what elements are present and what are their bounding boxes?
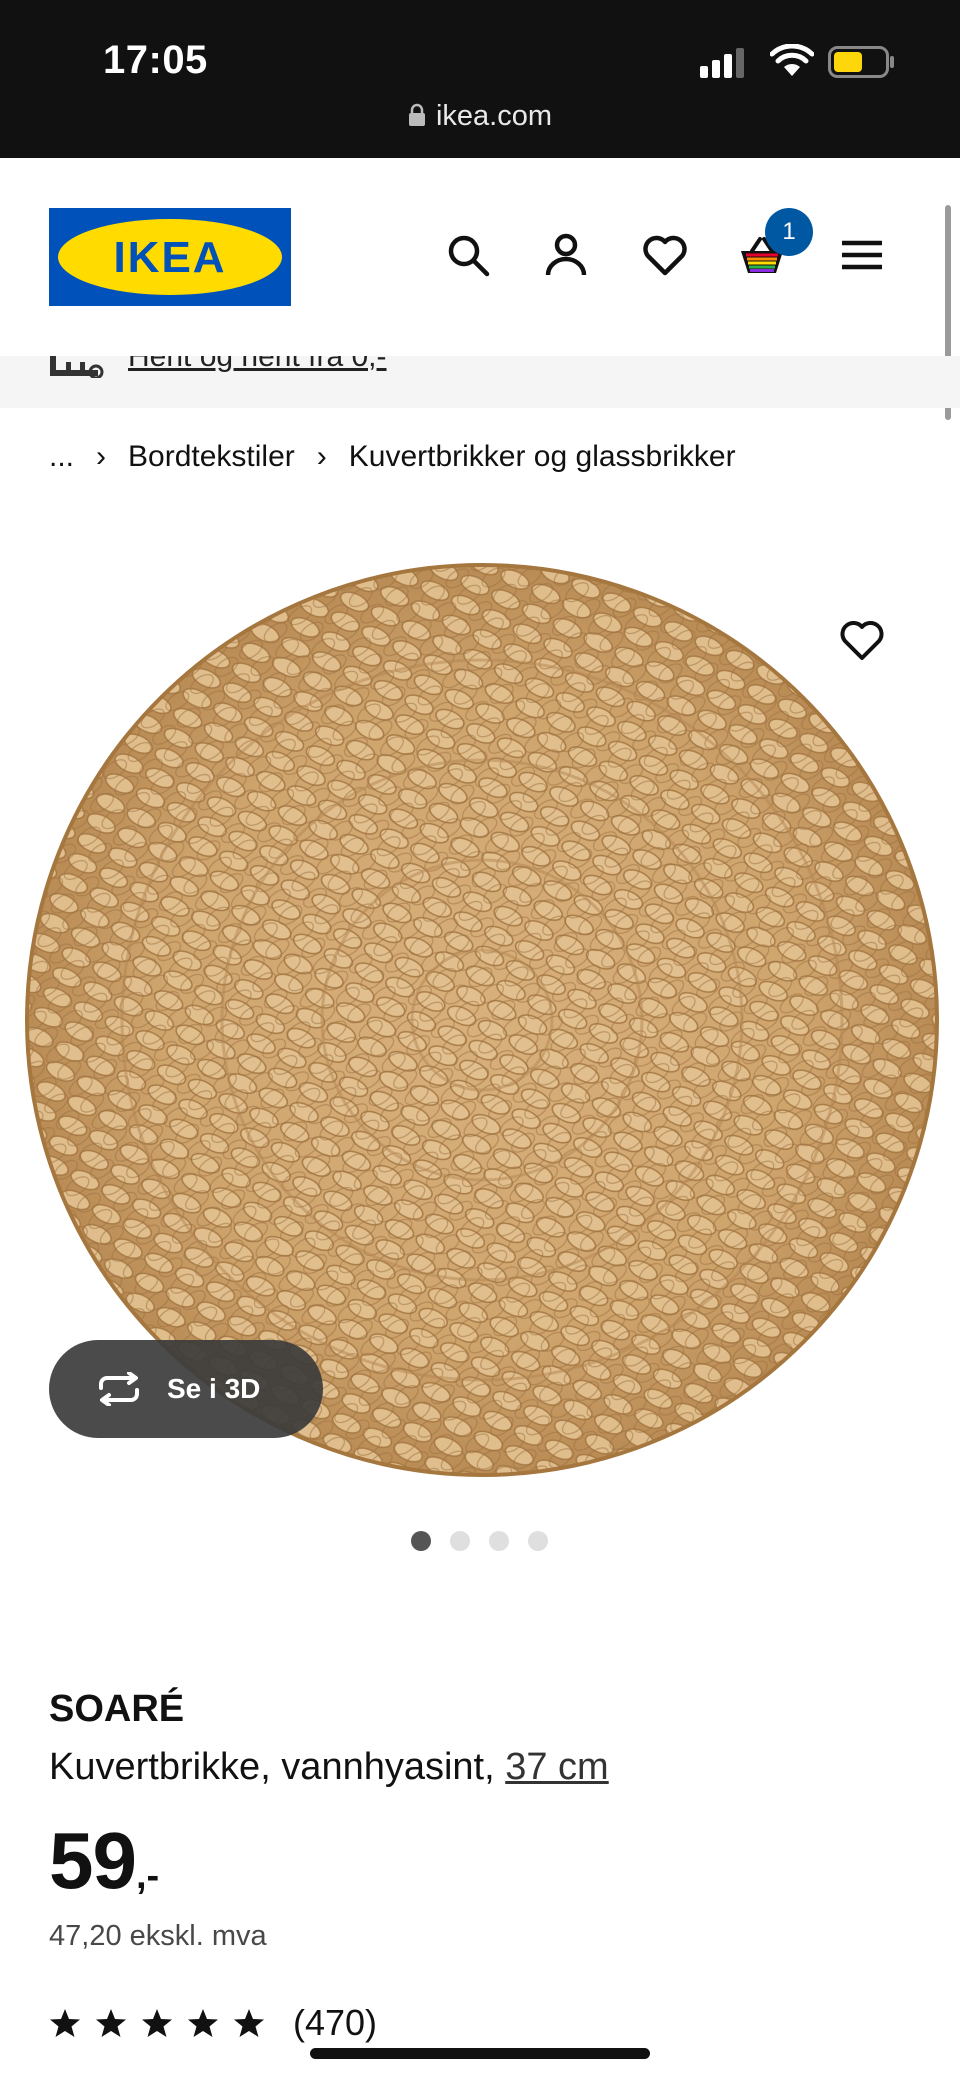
rating-count[interactable]: (470) [293,2002,377,2044]
breadcrumb-item-kuvertbrikker[interactable]: Kuvertbrikker og glassbrikker [349,440,736,474]
view-in-3d-label: Se i 3D [167,1373,261,1404]
carousel-dot[interactable] [450,1531,470,1551]
status-bar: 17:05 ikea.com [0,0,960,158]
product-price: 59,- [49,1815,159,1907]
promo-banner[interactable]: Hent og hent fra 0,- [0,356,960,408]
product-description-text: Kuvertbrikke, vannhyasint, [49,1746,495,1788]
breadcrumb-ellipsis[interactable]: ... [49,440,74,474]
store-icon [50,356,104,378]
price-main: 59 [49,1816,137,1905]
site-header: IKEA 1 [0,158,960,356]
star-icon [142,2009,172,2037]
home-indicator[interactable] [310,2048,650,2059]
star-icon [50,2009,80,2037]
product-name: SOARÉ [49,1688,185,1730]
star-icon [188,2009,218,2037]
product-description: Kuvertbrikke, vannhyasint, 37 cm [49,1746,609,1789]
carousel-dot[interactable] [489,1531,509,1551]
breadcrumb-item-bordtekstiler[interactable]: Bordtekstiler [128,440,295,474]
menu-icon[interactable] [838,231,886,279]
address-bar[interactable]: ikea.com [0,100,960,133]
star-icon [234,2009,264,2037]
account-icon[interactable] [542,231,590,279]
product-size-link[interactable]: 37 cm [505,1746,608,1788]
product-rating[interactable]: (470) [49,2002,377,2044]
star-icon [96,2009,126,2037]
heart-icon[interactable] [641,231,689,279]
chevron-right-icon: › [316,440,327,473]
price-excl-vat: 47,20 ekskl. mva [49,1920,267,1952]
breadcrumb: ... › Bordtekstiler › Kuvertbrikker og g… [49,440,736,474]
promo-text[interactable]: Hent og hent fra 0,- [128,356,387,374]
image-carousel-dots [411,1531,548,1551]
lock-icon [408,103,425,126]
add-to-favourites-icon[interactable] [838,616,886,664]
wifi-icon [770,44,814,76]
carousel-dot[interactable] [411,1531,431,1551]
cart-count-badge: 1 [765,208,813,256]
rating-stars [49,2008,265,2038]
svg-text:IKEA: IKEA [113,233,226,282]
status-time: 17:05 [103,38,208,82]
view-in-3d-button[interactable]: Se i 3D [49,1340,323,1438]
url-text: ikea.com [435,100,553,132]
ikea-logo[interactable]: IKEA [49,208,291,306]
battery-icon [828,46,894,78]
chevron-right-icon: › [96,440,107,473]
carousel-dot[interactable] [528,1531,548,1551]
price-suffix: ,- [135,1855,160,1897]
search-icon[interactable] [444,231,492,279]
rotate-3d-icon [99,1372,139,1406]
cellular-signal-icon [700,48,744,78]
